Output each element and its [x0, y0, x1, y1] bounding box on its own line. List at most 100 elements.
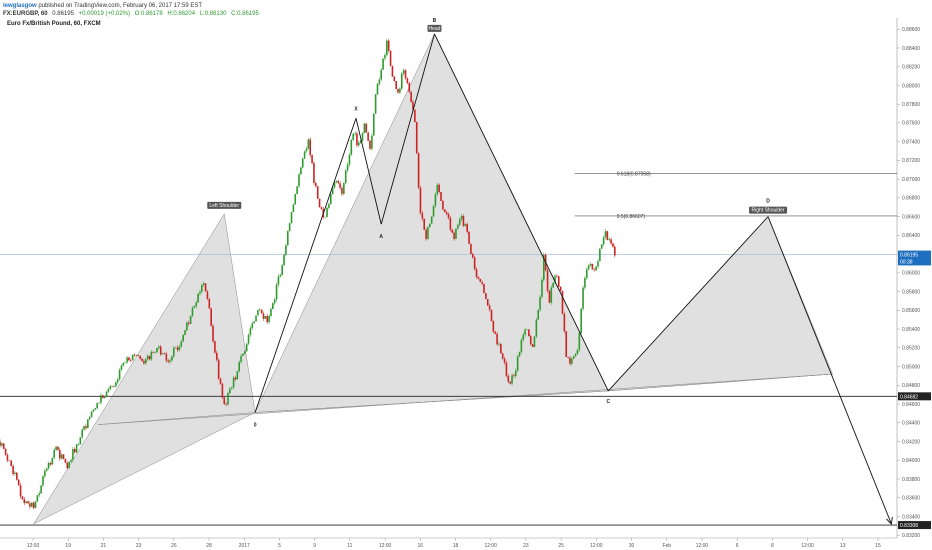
candle-body: [604, 231, 607, 238]
candle-body: [161, 353, 164, 355]
candle-body: [171, 356, 173, 361]
candle-body: [8, 460, 11, 462]
candle-body: [303, 151, 306, 159]
candle-body: [88, 417, 91, 420]
candle-body: [120, 365, 123, 370]
candle-body: [204, 283, 207, 292]
candle-body: [85, 426, 87, 429]
candle-body: [496, 333, 498, 345]
candle-body: [576, 349, 579, 354]
candle-body: [206, 291, 209, 299]
candle-body: [152, 351, 155, 353]
candle-body: [253, 321, 255, 324]
candle-body: [595, 266, 597, 271]
candle-body: [393, 76, 396, 82]
y-tick-label: 0.86400: [902, 233, 920, 239]
y-tick-label: 0.84400: [902, 421, 920, 427]
candle-body: [606, 231, 609, 240]
y-tick-label: 0.88400: [902, 46, 920, 52]
candle-body: [238, 362, 240, 372]
candle-body: [96, 403, 98, 409]
candle-body: [363, 123, 366, 134]
candle-body: [234, 377, 237, 380]
point-label-b: B: [433, 18, 437, 24]
candle-body: [397, 89, 399, 93]
candle-body: [79, 437, 82, 445]
candle-body: [193, 306, 196, 308]
candle-body: [557, 276, 560, 287]
candle-body: [182, 334, 184, 342]
candle-body: [505, 362, 508, 376]
candle-body: [498, 343, 500, 345]
candle-body: [156, 348, 158, 353]
candle-body: [44, 470, 46, 477]
y-tick-label: 0.84000: [902, 458, 920, 464]
candle-body: [548, 290, 551, 303]
candle-body: [464, 224, 467, 226]
y-tick-label: 0.88200: [902, 65, 920, 71]
candle-body: [154, 352, 156, 354]
candle-body: [477, 276, 480, 279]
candle-body: [109, 386, 112, 389]
candle-body: [300, 167, 302, 175]
x-tick-label: 12:00: [27, 543, 40, 549]
candle-body: [116, 379, 119, 383]
candle-body: [0, 441, 1, 446]
candle-body: [386, 40, 388, 56]
candle-body: [159, 346, 162, 355]
x-tick-label: 26: [171, 543, 177, 549]
candle-body: [143, 360, 145, 364]
candle-body: [328, 204, 330, 208]
candle-body: [219, 378, 222, 384]
x-tick-label: 11: [347, 543, 352, 549]
candle-body: [64, 458, 67, 463]
candle-body: [25, 501, 27, 504]
candle-body: [19, 485, 22, 497]
candle-body: [490, 309, 493, 322]
candle-body: [305, 148, 308, 152]
candle-body: [131, 354, 134, 361]
candle-body: [442, 200, 444, 210]
candle-body: [591, 263, 594, 270]
candle-body: [34, 501, 37, 508]
y-tick-label: 0.86000: [902, 271, 920, 277]
candle-body: [509, 381, 511, 384]
candle-body: [569, 357, 571, 364]
annotation-tag-text: Left Shoulder: [209, 203, 239, 209]
price-chart[interactable]: 0.88600 0.88400 0.88200 0.88000 0.87800 0.876…: [0, 0, 932, 550]
candle-body: [518, 352, 521, 357]
x-tick-label: 15: [875, 543, 881, 549]
candle-body: [4, 448, 7, 455]
candle-body: [81, 429, 84, 438]
candle-body: [113, 386, 115, 387]
candle-body: [453, 232, 455, 239]
candle-body: [561, 290, 564, 314]
candle-body: [384, 55, 386, 59]
candle-body: [434, 194, 437, 206]
candle-body: [597, 261, 599, 267]
candle-body: [372, 113, 375, 136]
candle-body: [419, 187, 422, 214]
y-tick-label: 0.87600: [902, 121, 920, 127]
candle-body: [417, 153, 420, 188]
candle-body: [608, 239, 611, 240]
candle-body: [75, 444, 78, 453]
candle-body: [528, 329, 530, 337]
candle-body: [329, 194, 332, 205]
candle-body: [66, 462, 69, 468]
candle-body: [481, 282, 483, 284]
candle-body: [387, 40, 390, 51]
point-label-d: D: [766, 199, 770, 205]
annotation-tag-text: Head: [429, 26, 441, 32]
candle-body: [141, 358, 143, 361]
candle-body: [400, 73, 403, 89]
candle-body: [165, 353, 168, 361]
y-tick-label: 0.85600: [902, 308, 920, 314]
y-tick-label: 0.86800: [902, 196, 920, 202]
x-tick-label: 23: [136, 543, 142, 549]
candle-body: [29, 503, 31, 507]
candle-body: [348, 154, 351, 165]
y-tick-label: 0.85400: [902, 327, 920, 333]
candle-body: [361, 133, 364, 141]
candle-body: [582, 287, 584, 309]
